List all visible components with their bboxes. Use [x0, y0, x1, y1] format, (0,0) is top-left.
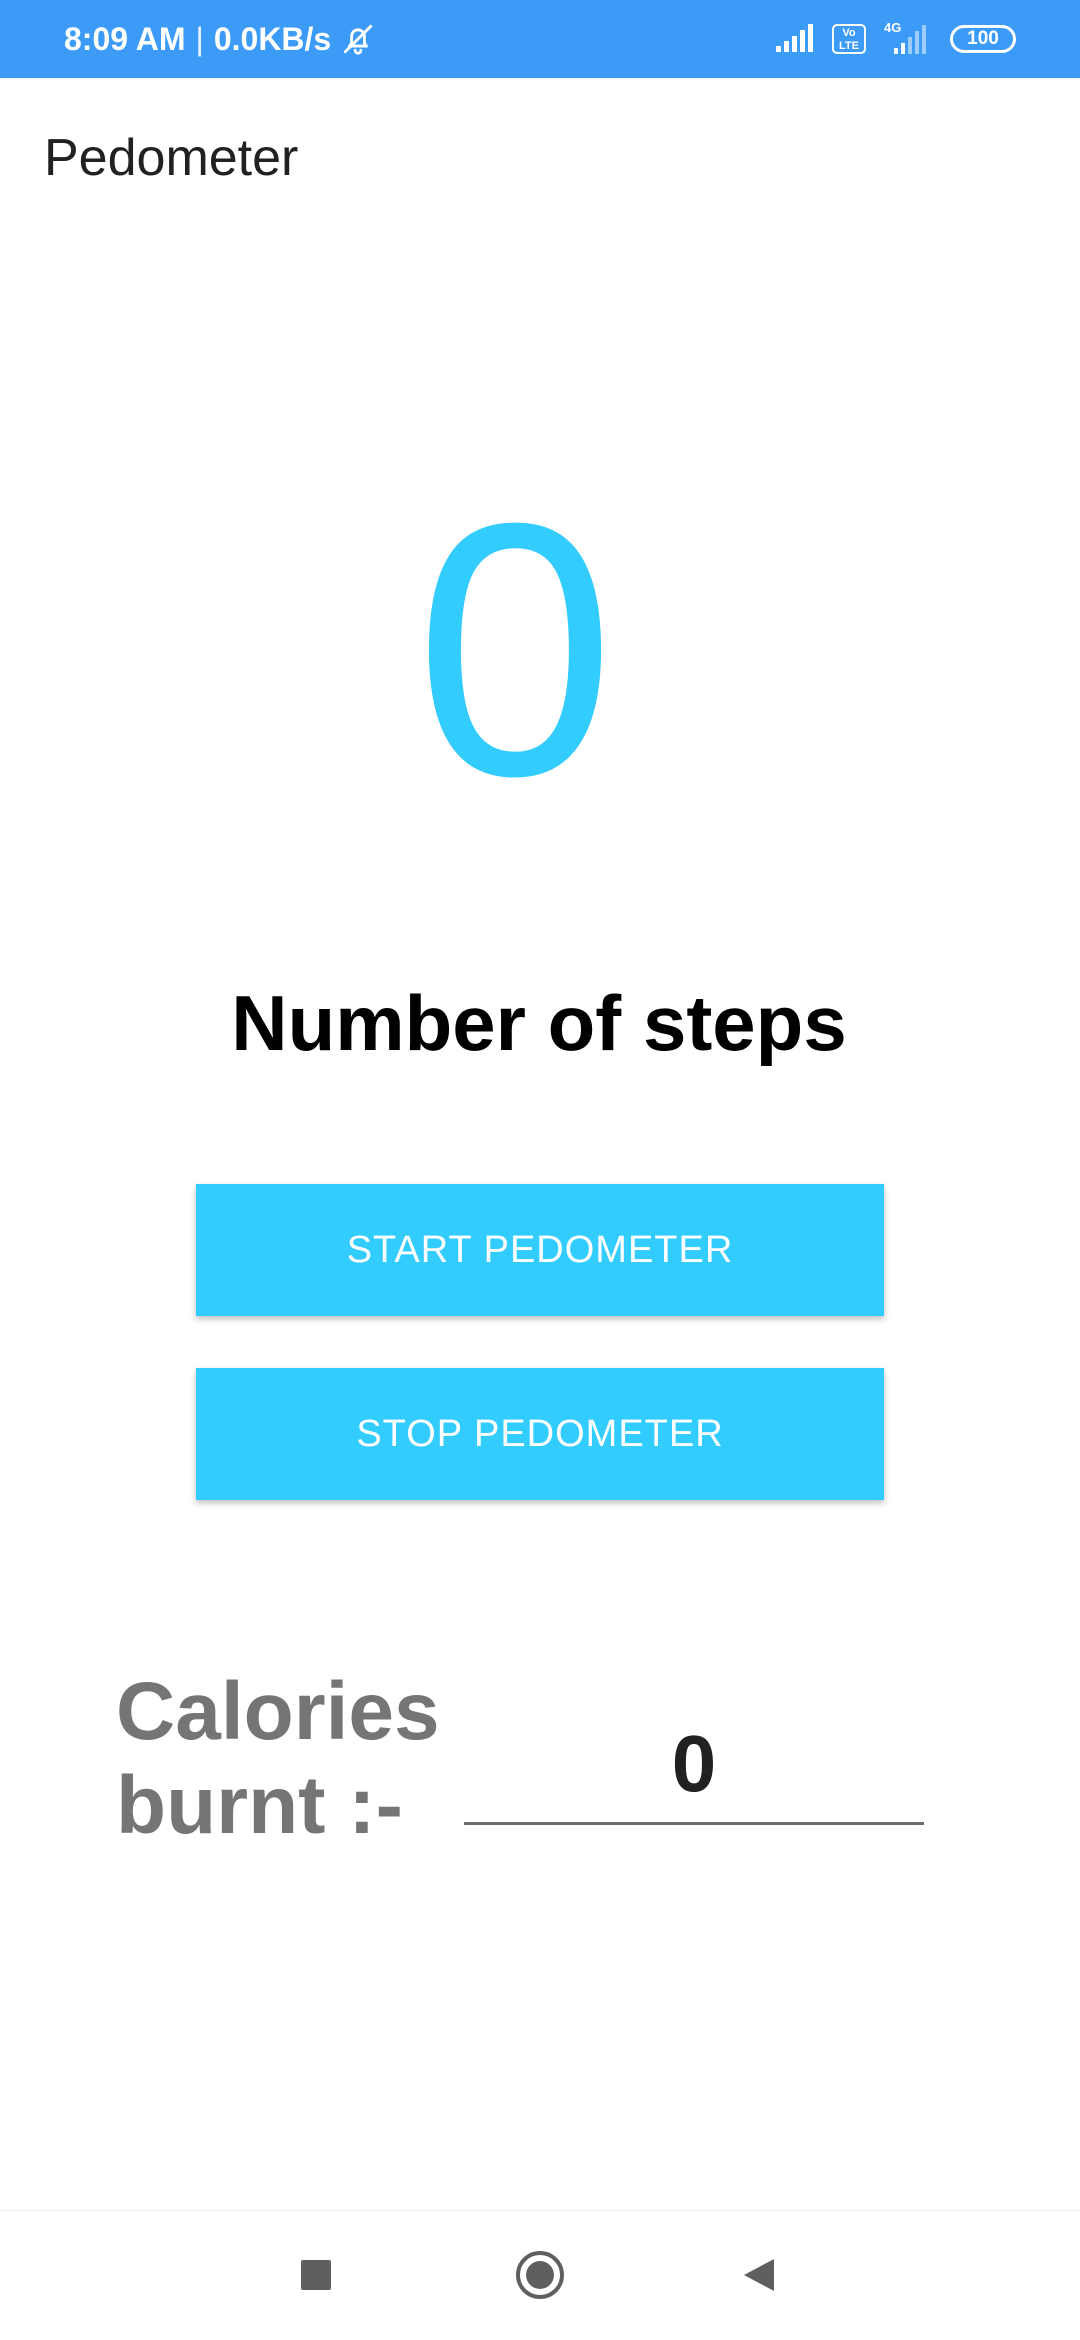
status-separator: | — [195, 20, 204, 57]
status-right: Vo LTE 4G 100 — [776, 0, 1016, 78]
stop-pedometer-button[interactable]: STOP PEDOMETER — [196, 1368, 884, 1500]
steps-label: Number of steps — [231, 979, 847, 1067]
status-left: 8:09 AM | 0.0KB/s — [64, 0, 375, 78]
navigation-bar — [0, 2210, 1080, 2340]
step-count: 0 — [414, 449, 616, 851]
app-title: Pedometer — [44, 129, 299, 187]
start-pedometer-button[interactable]: START PEDOMETER — [196, 1184, 884, 1316]
calories-label: Calories burnt :- — [116, 1666, 440, 1851]
network-speed: 0.0KB/s — [213, 20, 332, 57]
status-time: 8:09 AM — [64, 20, 186, 57]
calories-field[interactable] — [464, 1705, 924, 1825]
home-icon[interactable] — [500, 2235, 580, 2315]
signal-icon — [776, 22, 818, 57]
battery-level: 100 — [967, 28, 999, 49]
status-bar: 8:09 AM | 0.0KB/s Vo LTE 4G 100 — [0, 0, 1080, 78]
volte-icon: Vo LTE — [832, 24, 866, 54]
network-4g-icon: 4G — [880, 20, 936, 56]
screen: 8:09 AM | 0.0KB/s Vo LTE 4G 100 Pedomete… — [0, 0, 1080, 2340]
bell-off-icon — [341, 22, 375, 56]
back-icon[interactable] — [720, 2235, 800, 2315]
battery-icon: 100 — [950, 25, 1016, 53]
recents-icon[interactable] — [276, 2235, 356, 2315]
